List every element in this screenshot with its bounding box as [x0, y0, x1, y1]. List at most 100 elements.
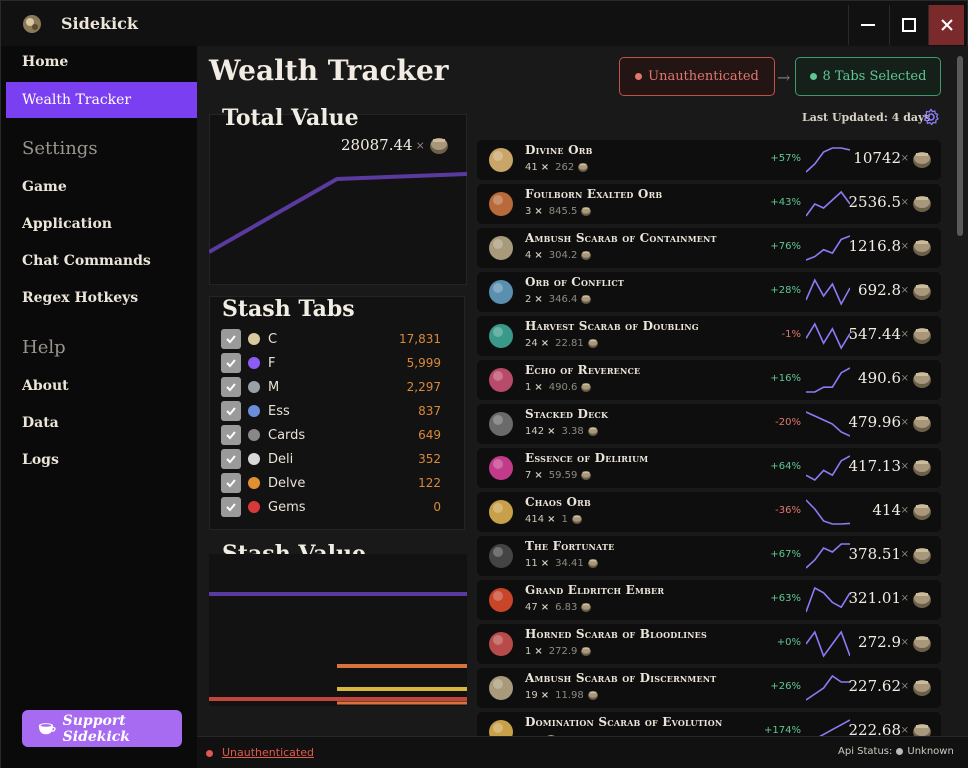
item-name: Divine Orb: [525, 143, 593, 157]
support-label: Support Sidekick: [62, 712, 131, 745]
item-total-price: 1216.8: [848, 237, 902, 255]
item-list: Divine Orb 41 × 262 +57% 10742 × Foulborn Exalt…: [477, 140, 941, 736]
auth-status-button[interactable]: Unauthenticated: [619, 57, 775, 96]
checkbox[interactable]: [221, 329, 241, 349]
item-row[interactable]: Divine Orb 41 × 262 +57% 10742 ×: [477, 140, 941, 180]
gear-icon[interactable]: [922, 108, 940, 126]
checkbox[interactable]: [221, 449, 241, 469]
divine-coin-icon: [913, 328, 931, 344]
times-sign: ×: [540, 557, 550, 569]
item-row[interactable]: Domination Scarab of Evolution × +174% 222.…: [477, 712, 941, 736]
sparkline-path: [806, 674, 850, 701]
sparkline-path: [806, 322, 850, 350]
item-row[interactable]: Echo of Reverence 1 × 490.6 +16% 490.6 ×: [477, 360, 941, 400]
item-sparkline: [806, 586, 850, 613]
sidebar-item-application[interactable]: Application: [6, 206, 198, 242]
stash-tab-row[interactable]: F 5,999: [221, 352, 453, 374]
sidebar-header-settings: Settings: [22, 138, 98, 159]
item-name: Echo of Reverence: [525, 363, 641, 377]
item-unit-price: 304.2: [548, 249, 578, 261]
sidebar-item-wealth-tracker[interactable]: Wealth Tracker: [6, 82, 198, 118]
item-row[interactable]: Foulborn Exalted Orb 3 × 845.5 +43% 2536.5 ×: [477, 184, 941, 224]
checkbox[interactable]: [221, 401, 241, 421]
item-row[interactable]: Stacked Deck 142 × 3.38 -20% 479.96 ×: [477, 404, 941, 444]
stash-tab-value: 5,999: [406, 356, 441, 370]
status-auth-link[interactable]: Unauthenticated: [222, 746, 314, 759]
times-sign: ×: [900, 241, 909, 252]
item-unit-price: 22.81: [555, 337, 584, 349]
times-sign: ×: [540, 601, 550, 613]
sparkline-path: [806, 586, 850, 613]
sidebar-item-game[interactable]: Game: [6, 169, 198, 205]
sidebar-item-regex-hotkeys[interactable]: Regex Hotkeys: [6, 280, 198, 316]
item-row[interactable]: Essence of Delirium 7 × 59.59 +64% 417.13 ×: [477, 448, 941, 488]
tabs-status-dot: [809, 73, 817, 80]
item-row[interactable]: Ambush Scarab of Discernment 19 × 11.98 +26%…: [477, 668, 941, 708]
sidebar-item-chat-commands[interactable]: Chat Commands: [6, 243, 198, 279]
checkbox[interactable]: [221, 497, 241, 517]
checkbox[interactable]: [221, 473, 241, 493]
sidebar-item-data[interactable]: Data: [6, 405, 198, 441]
item-row[interactable]: Ambush Scarab of Containment 4 × 304.2 +76% 1…: [477, 228, 941, 268]
sidebar-item-home[interactable]: Home: [6, 44, 198, 80]
stash-tab-name: F: [268, 355, 276, 371]
scrollbar[interactable]: [954, 48, 964, 734]
divine-coin-icon: [913, 240, 931, 256]
api-status-label: Api Status:: [838, 746, 893, 757]
item-sparkline: [806, 322, 850, 350]
stash-tab-row[interactable]: C 17,831: [221, 328, 453, 350]
stash-tab-name: C: [268, 331, 278, 347]
item-row[interactable]: Grand Eldritch Ember 47 × 6.83 +63% 321.01 ×: [477, 580, 941, 620]
stash-value-chart: [209, 554, 467, 706]
divine-coin-icon: [571, 515, 582, 524]
app-logo-icon: [23, 15, 41, 33]
times-sign: ×: [534, 645, 543, 657]
tabs-selected-button[interactable]: 8 Tabs Selected: [795, 57, 941, 96]
item-name: Ambush Scarab of Containment: [525, 231, 717, 245]
sidebar-item-about[interactable]: About: [6, 368, 198, 404]
check-icon: [226, 407, 236, 416]
stash-tab-row[interactable]: Delve 122: [221, 472, 453, 494]
sidebar-item-logs[interactable]: Logs: [6, 442, 198, 478]
total-value-amount: 28087.44: [341, 136, 413, 154]
stash-tab-row[interactable]: M 2,297: [221, 376, 453, 398]
minimize-button[interactable]: [848, 5, 886, 45]
stash-tab-name: Delve: [268, 475, 306, 491]
title-bar: Sidekick: [0, 0, 968, 46]
checkbox[interactable]: [221, 353, 241, 373]
close-button[interactable]: [928, 5, 964, 45]
item-row[interactable]: The Fortunate 11 × 34.41 +67% 378.51 ×: [477, 536, 941, 576]
divine-coin-icon: [578, 163, 589, 172]
stash-tab-row[interactable]: Deli 352: [221, 448, 453, 470]
times-sign: ×: [900, 505, 909, 516]
item-row[interactable]: Horned Scarab of Bloodlines 1 × 272.9 +0% 272…: [477, 624, 941, 664]
stash-tab-row[interactable]: Cards 649: [221, 424, 453, 446]
item-quantity: 4: [525, 249, 532, 261]
divine-coin-icon: [581, 647, 592, 656]
check-icon: [226, 335, 236, 344]
last-updated-label: Last Updated: 4 days: [802, 111, 931, 124]
maximize-button[interactable]: [889, 5, 927, 45]
auth-status-label: Unauthenticated: [648, 69, 759, 84]
stash-tab-row[interactable]: Ess 837: [221, 400, 453, 422]
item-row[interactable]: Harvest Scarab of Doubling 24 × 22.81 -1% 547…: [477, 316, 941, 356]
sparkline-path: [806, 147, 850, 173]
stash-tab-row[interactable]: Gems 0: [221, 496, 453, 518]
checkbox[interactable]: [221, 377, 241, 397]
item-name: Domination Scarab of Evolution: [525, 715, 723, 729]
item-unit-price: 490.6: [548, 381, 578, 393]
divine-coin-icon: [913, 636, 931, 652]
item-name: Foulborn Exalted Orb: [525, 187, 663, 201]
item-sparkline: [806, 674, 850, 701]
support-button[interactable]: Support Sidekick: [22, 710, 182, 747]
check-icon: [226, 503, 236, 512]
coin-icon: [248, 333, 260, 345]
checkbox[interactable]: [221, 425, 241, 445]
item-sparkline: [806, 367, 850, 393]
item-name: Ambush Scarab of Discernment: [525, 671, 717, 685]
scrollbar-thumb[interactable]: [957, 56, 963, 236]
item-sparkline: [806, 455, 850, 482]
item-row[interactable]: Orb of Conflict 2 × 346.4 +28% 692.8 ×: [477, 272, 941, 312]
times-sign: ×: [900, 153, 909, 164]
item-row[interactable]: Chaos Orb 414 × 1 -36% 414 ×: [477, 492, 941, 532]
